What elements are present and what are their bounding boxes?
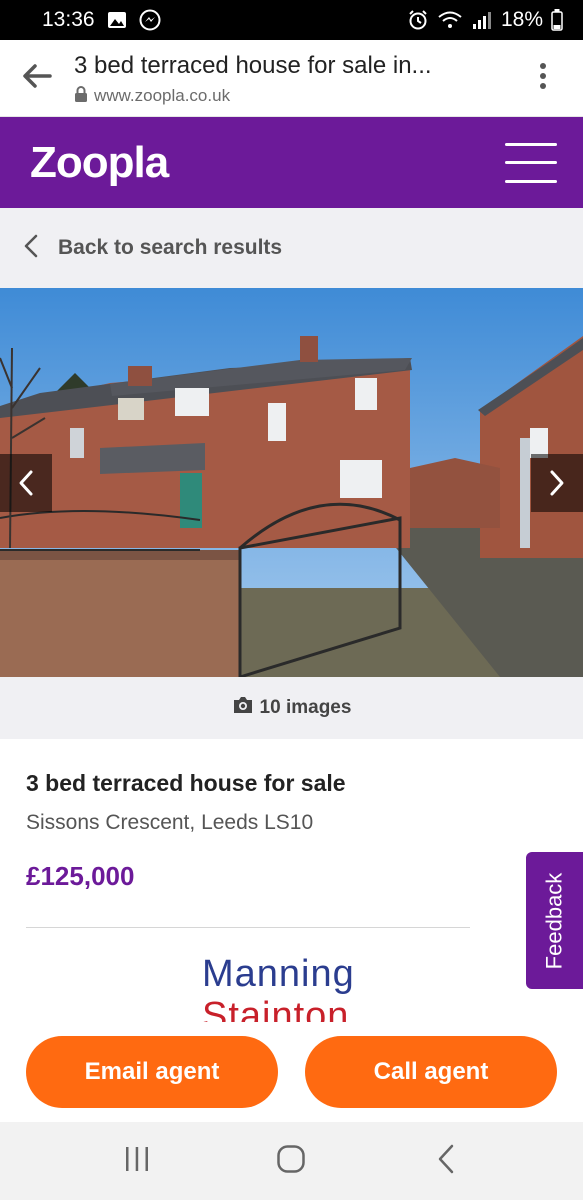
battery-percent: 18% — [500, 8, 543, 31]
url-text: www.zoopla.co.uk — [94, 86, 231, 105]
signal-icon — [471, 10, 493, 30]
chevron-right-icon — [549, 469, 565, 497]
home-button[interactable] — [261, 1131, 321, 1191]
menu-button[interactable] — [505, 142, 557, 183]
gallery-icon — [107, 11, 127, 29]
hamburger-line — [505, 179, 557, 183]
browser-back-button[interactable] — [0, 40, 74, 117]
listing-details: 3 bed terraced house for sale Sissons Cr… — [26, 740, 506, 892]
recent-apps-icon — [124, 1145, 150, 1178]
next-photo-button[interactable] — [531, 454, 583, 512]
email-agent-button[interactable]: Email agent — [26, 1036, 278, 1108]
chevron-left-icon — [18, 469, 34, 497]
system-nav-bar — [0, 1122, 583, 1200]
contact-agent-bar: Email agent Call agent — [0, 1022, 583, 1122]
wifi-icon — [437, 10, 463, 30]
agent-logo[interactable]: Manning Stainton — [202, 952, 402, 1022]
property-photo[interactable] — [0, 288, 583, 677]
recent-apps-button[interactable] — [107, 1131, 167, 1191]
call-agent-button[interactable]: Call agent — [305, 1036, 557, 1108]
site-header: Zoopla — [0, 117, 583, 208]
alarm-icon — [407, 9, 429, 31]
listing-title: 3 bed terraced house for sale — [26, 770, 346, 796]
feedback-tab[interactable]: Feedback — [526, 852, 583, 989]
back-to-results-label: Back to search results — [58, 236, 283, 259]
address-bar[interactable]: 3 bed terraced house for sale in... www.… — [74, 50, 503, 107]
image-count-label: 10 images — [259, 697, 352, 718]
chevron-left-icon — [24, 234, 38, 263]
back-icon — [437, 1144, 455, 1179]
hamburger-line — [505, 142, 557, 146]
divider — [26, 927, 470, 928]
arrow-left-icon — [22, 63, 52, 93]
zoopla-logo[interactable]: Zoopla — [30, 138, 169, 188]
system-back-button[interactable] — [416, 1131, 476, 1191]
back-to-results-link[interactable]: Back to search results — [0, 208, 583, 288]
messenger-icon — [139, 9, 161, 31]
page-title: 3 bed terraced house for sale in... — [74, 51, 432, 79]
image-count-link[interactable]: 10 images — [0, 677, 583, 739]
browser-menu-button[interactable] — [503, 40, 583, 117]
listing-price: £125,000 — [26, 861, 135, 891]
status-bar: 13:36 18% — [0, 0, 583, 40]
house-photo — [0, 288, 583, 677]
previous-photo-button[interactable] — [0, 454, 52, 512]
camera-icon — [232, 696, 254, 720]
agent-logo-line2: Stainton — [202, 995, 350, 1022]
battery-icon — [551, 9, 563, 31]
home-icon — [276, 1144, 306, 1179]
feedback-label: Feedback — [541, 872, 567, 969]
agent-logo-line1: Manning — [202, 953, 355, 995]
hamburger-line — [505, 161, 557, 164]
listing-address: Sissons Crescent, Leeds LS10 — [26, 811, 314, 834]
more-vert-icon — [539, 62, 547, 95]
status-time: 13:36 — [42, 8, 95, 31]
lock-icon — [74, 85, 88, 107]
browser-bar: 3 bed terraced house for sale in... www.… — [0, 40, 583, 117]
